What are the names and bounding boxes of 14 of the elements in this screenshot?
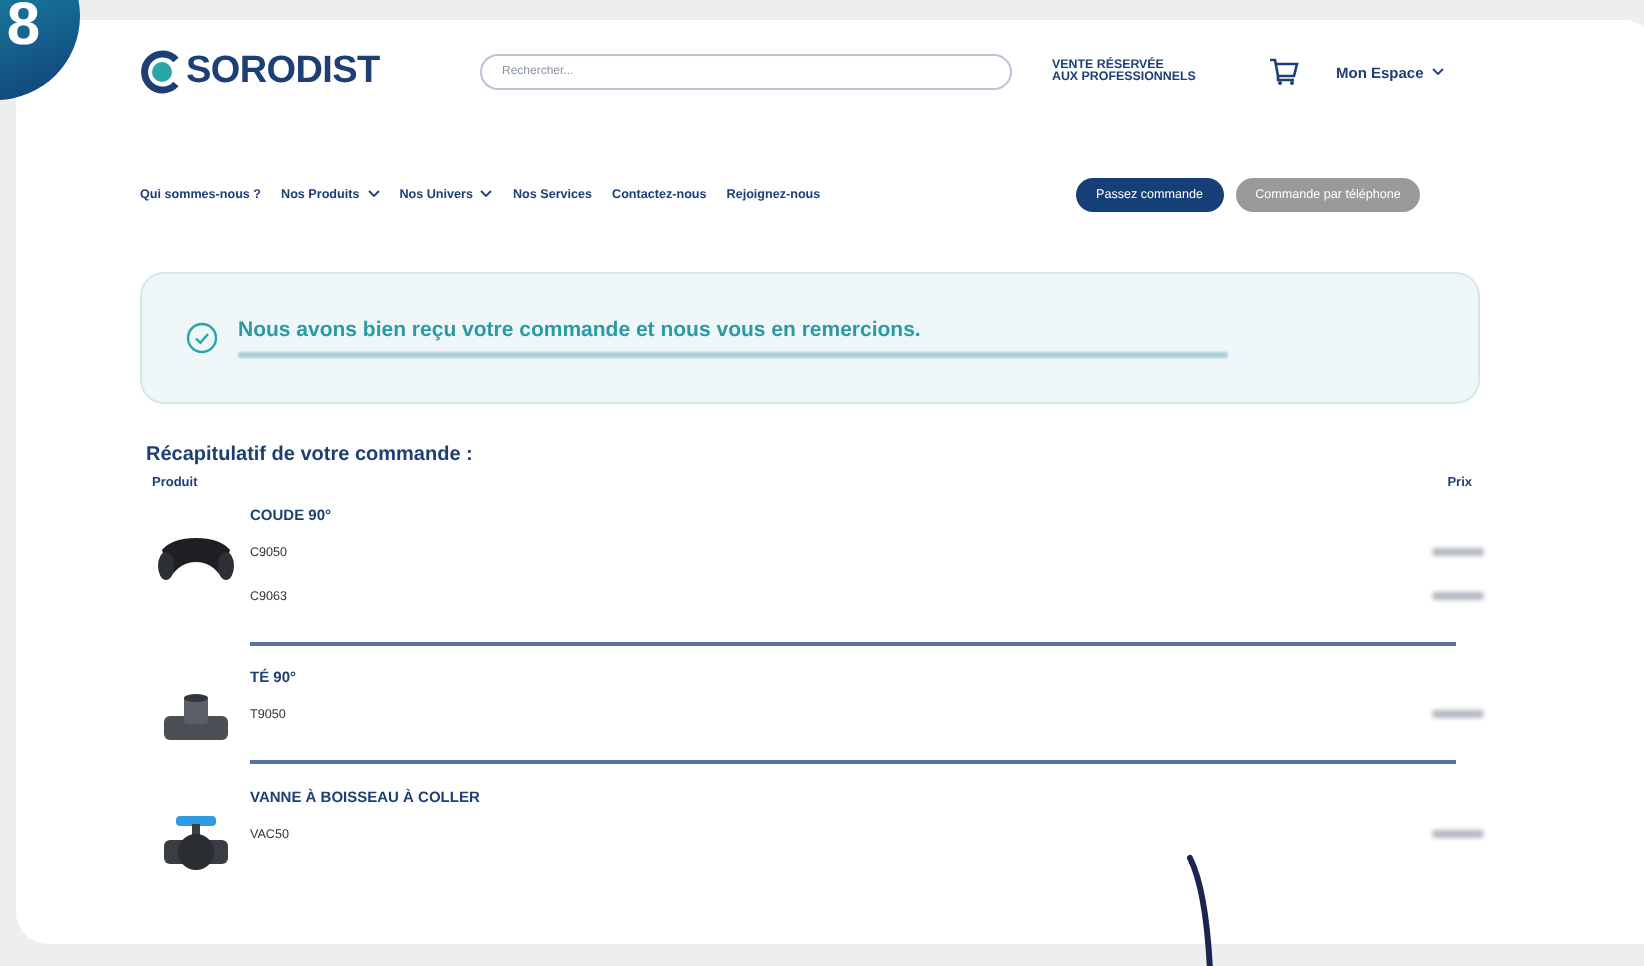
logo-text[interactable]: SORODIST: [186, 50, 380, 94]
chevron-down-icon[interactable]: [367, 190, 380, 198]
blurred-price: [1432, 592, 1484, 600]
check-circle-icon: [186, 322, 218, 354]
chevron-down-icon[interactable]: [1431, 68, 1444, 76]
blurred-price: [1432, 710, 1484, 718]
blurred-price: [1432, 830, 1484, 838]
chevron-down-icon[interactable]: [480, 190, 493, 198]
confirmation-title: Nous avons bien reçu votre commande et nous vous en remercions.: [238, 318, 923, 342]
ball-valve-icon: [159, 812, 231, 876]
summary-heading: Récapitulatif de votre commande :: [144, 444, 475, 466]
logo-icon: [140, 50, 184, 94]
cart-icon[interactable]: [1268, 58, 1300, 86]
blurred-price: [1432, 548, 1484, 556]
